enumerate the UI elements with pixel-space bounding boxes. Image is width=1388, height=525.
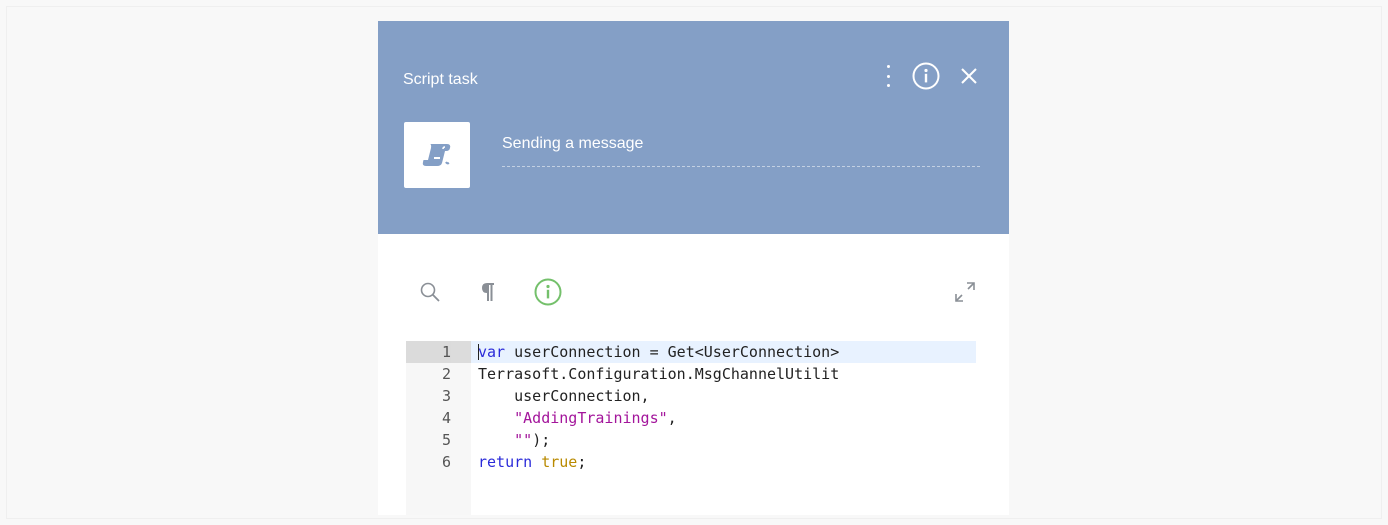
code-text: var userConnection = Get<UserConnection> — [478, 341, 839, 363]
code-toolbar — [418, 277, 978, 307]
text-cursor — [478, 344, 479, 360]
panel-title: Script task — [403, 71, 478, 88]
panel-body: 1 var userConnection = Get<UserConnection… — [378, 234, 1009, 515]
expand-icon[interactable] — [952, 277, 978, 307]
code-line[interactable]: 2 Terrasoft.Configuration.MsgChannelUtili… — [406, 363, 976, 385]
code-line[interactable]: 4 "AddingTrainings", — [406, 407, 976, 429]
line-number: 5 — [441, 431, 451, 449]
code-line[interactable]: 1 var userConnection = Get<UserConnection… — [406, 341, 976, 363]
code-token-plain: ; — [577, 453, 587, 471]
pilcrow-icon[interactable] — [478, 277, 498, 307]
code-token-plain: , — [667, 409, 677, 427]
code-token-keyword: return — [478, 453, 533, 471]
panel-header: Script task Sending a message — [378, 21, 1009, 234]
code-text: "AddingTrainings", — [478, 407, 677, 429]
page: Script task Sending a message 1 var user… — [0, 0, 1388, 525]
code-token-bool: true — [541, 453, 578, 471]
code-token-plain: userConnection = Get<UserConnection> — [505, 343, 840, 361]
header-actions — [883, 61, 979, 91]
code-line[interactable]: 3 userConnection, — [406, 385, 976, 407]
line-number: 3 — [441, 387, 451, 405]
line-number: 1 — [406, 341, 451, 363]
element-name-value: Sending a message — [502, 135, 644, 152]
close-icon[interactable] — [959, 66, 979, 86]
line-number: 2 — [441, 365, 451, 383]
code-line[interactable]: 6 return true; — [406, 451, 976, 473]
line-number: 4 — [441, 409, 451, 427]
code-text: return true; — [478, 451, 586, 473]
code-text: userConnection, — [478, 385, 650, 407]
line-number: 6 — [441, 453, 451, 471]
info-circle-icon[interactable] — [911, 61, 941, 91]
element-name-field[interactable]: Sending a message — [502, 129, 980, 167]
code-token-plain: Terrasoft.Configuration.MsgChannelUtilit — [478, 365, 840, 383]
script-task-panel: Script task Sending a message 1 var user… — [378, 21, 1009, 515]
script-scroll-icon — [422, 144, 451, 166]
code-token-string: "" — [514, 431, 533, 449]
code-line[interactable]: 5 ""); — [406, 429, 976, 451]
code-text: ""); — [478, 429, 550, 451]
code-token-plain: ); — [532, 431, 551, 449]
code-token-string: "AddingTrainings" — [514, 409, 668, 427]
search-icon[interactable] — [418, 277, 442, 307]
info-circle-icon[interactable] — [533, 277, 563, 307]
code-editor[interactable]: 1 var userConnection = Get<UserConnection… — [406, 341, 976, 515]
code-text: Terrasoft.Configuration.MsgChannelUtilit — [478, 363, 839, 385]
code-token-keyword: var — [478, 343, 506, 361]
kebab-menu-icon[interactable] — [883, 65, 893, 87]
code-lines: 1 var userConnection = Get<UserConnection… — [406, 341, 976, 473]
script-task-icon-box — [404, 122, 470, 188]
code-token-plain: userConnection, — [478, 387, 650, 405]
